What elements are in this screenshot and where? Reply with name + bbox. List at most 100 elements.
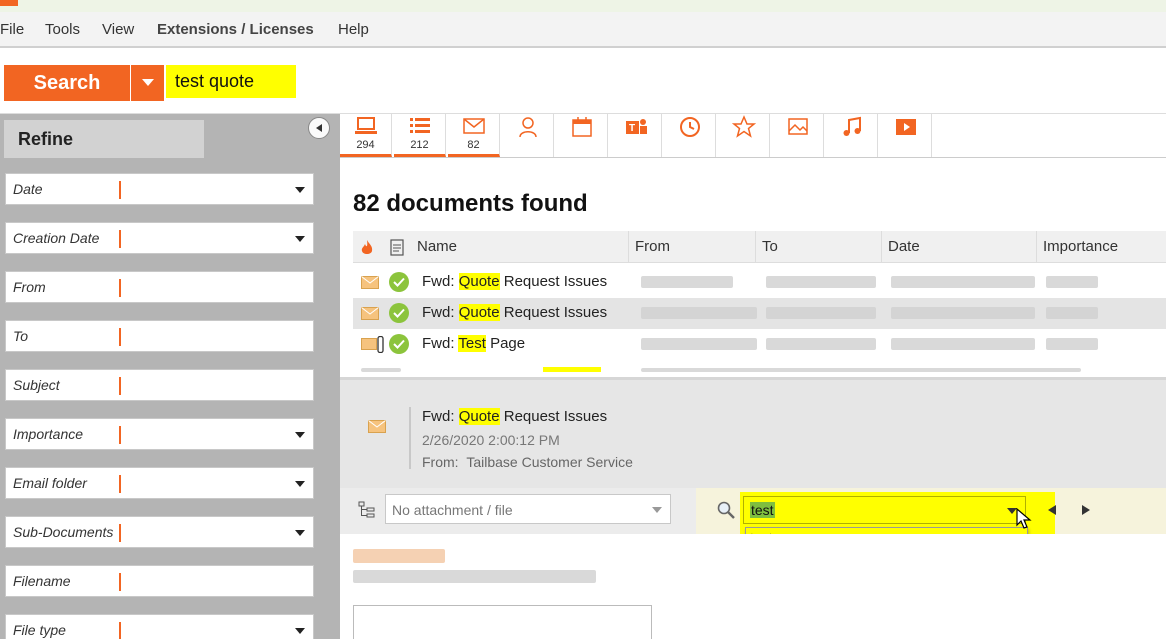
- column-to[interactable]: To: [755, 231, 879, 263]
- results-panel: 82 documents found Name From To Date Imp…: [340, 158, 1166, 378]
- filter-label: Sub-Documents: [13, 524, 114, 540]
- filter-label: From: [13, 279, 46, 295]
- filter-filename[interactable]: Filename: [5, 565, 314, 597]
- filter-separator: [119, 328, 121, 346]
- table-row[interactable]: Fwd: Test Page: [353, 329, 1166, 360]
- search-input[interactable]: [166, 65, 296, 98]
- filter-separator: [119, 181, 121, 199]
- mouse-cursor-icon: [1016, 508, 1032, 529]
- table-row[interactable]: Fwd: Quote Request Issues: [353, 267, 1166, 298]
- dropdown-caret-icon[interactable]: [295, 530, 305, 536]
- column-importance[interactable]: Importance: [1036, 231, 1160, 263]
- name-suffix: Page: [485, 335, 526, 352]
- blurred-sender-title: [353, 570, 596, 583]
- next-match-icon[interactable]: [1080, 504, 1092, 516]
- chevron-down-icon: [652, 507, 662, 513]
- filter-creation-date[interactable]: Creation Date: [5, 222, 314, 254]
- filter-subject[interactable]: Subject: [5, 369, 314, 401]
- video-icon: [895, 119, 916, 135]
- menu-extensions-licenses[interactable]: Extensions / Licenses: [157, 21, 314, 38]
- svg-text:T: T: [629, 123, 635, 134]
- envelope-icon: [368, 420, 386, 433]
- tab-teams[interactable]: T: [610, 114, 662, 157]
- dropdown-caret-icon[interactable]: [295, 187, 305, 193]
- row-name: Fwd: Quote Request Issues: [422, 273, 607, 290]
- filter-separator: [119, 230, 121, 248]
- filter-sub-documents[interactable]: Sub-Documents: [5, 516, 314, 548]
- star-icon: [731, 115, 756, 138]
- find-term-select[interactable]: test: [743, 496, 1026, 524]
- tab-video[interactable]: [880, 114, 932, 157]
- menu-file[interactable]: File: [0, 21, 24, 38]
- menu-tools[interactable]: Tools: [45, 21, 80, 38]
- tab-count: 82: [467, 139, 480, 151]
- search-button[interactable]: Search: [4, 65, 130, 101]
- results-count-title: 82 documents found: [353, 190, 588, 217]
- relevance-flame-icon[interactable]: [360, 239, 374, 256]
- name-prefix: Fwd:: [422, 273, 459, 290]
- window-title-strip: [0, 0, 1166, 12]
- previous-match-icon[interactable]: [1046, 504, 1058, 516]
- contact-icon: [518, 117, 537, 138]
- document-type-icon[interactable]: [389, 239, 405, 256]
- filter-separator: [119, 622, 121, 639]
- magnifier-icon: [717, 501, 735, 519]
- tab-count: 212: [410, 139, 429, 151]
- filter-separator: [119, 573, 121, 591]
- filter-importance[interactable]: Importance: [5, 418, 314, 450]
- dropdown-caret-icon[interactable]: [295, 236, 305, 242]
- tab-email[interactable]: 82: [448, 114, 500, 157]
- tab-list[interactable]: 212: [394, 114, 446, 157]
- blurred-sender-name: [353, 549, 445, 563]
- preview-header: Fwd: Quote Request Issues 2/26/2020 2:00…: [340, 380, 1166, 488]
- blurred-partial-row: [361, 368, 401, 372]
- calendar-icon: [571, 117, 592, 137]
- dropdown-caret-icon[interactable]: [295, 432, 305, 438]
- subject-highlight: Quote: [458, 408, 500, 425]
- name-suffix: Request Issues: [499, 273, 608, 290]
- filter-email-folder[interactable]: Email folder: [5, 467, 314, 499]
- filter-date[interactable]: Date: [5, 173, 314, 205]
- filter-label: Importance: [13, 426, 84, 442]
- tab-music[interactable]: [826, 114, 878, 157]
- menu-view[interactable]: View: [102, 21, 134, 38]
- results-column-header: Name From To Date Importance: [353, 231, 1166, 263]
- filter-label: Filename: [13, 573, 71, 589]
- column-from[interactable]: From: [628, 231, 752, 263]
- filter-file-type[interactable]: File type: [5, 614, 314, 639]
- tab-calendar[interactable]: [556, 114, 608, 157]
- envelope-attachment-icon: [361, 336, 384, 353]
- filter-separator: [119, 475, 121, 493]
- refine-tab[interactable]: Refine: [4, 120, 204, 158]
- collapse-panel-button[interactable]: [308, 117, 330, 139]
- menu-help[interactable]: Help: [338, 21, 369, 38]
- search-bar: Search: [0, 50, 1166, 114]
- filter-from[interactable]: From: [5, 271, 314, 303]
- attachment-select[interactable]: No attachment / file: [385, 494, 671, 524]
- blurred-date: [891, 276, 1035, 288]
- blurred-from: [641, 276, 733, 288]
- tab-contacts[interactable]: [502, 114, 554, 157]
- name-prefix: Fwd:: [422, 335, 459, 352]
- filter-label: Creation Date: [13, 230, 100, 246]
- column-date[interactable]: Date: [881, 231, 1033, 263]
- arrow-left-icon: [316, 124, 322, 132]
- search-options-dropdown[interactable]: [131, 65, 164, 101]
- name-highlight: Quote: [458, 273, 500, 290]
- dropdown-caret-icon[interactable]: [295, 628, 305, 634]
- list-icon: [409, 118, 430, 133]
- blurred-from: [641, 307, 757, 319]
- filter-label: To: [13, 328, 29, 344]
- tree-view-icon[interactable]: [358, 501, 376, 519]
- dropdown-caret-icon[interactable]: [295, 481, 305, 487]
- filter-to[interactable]: To: [5, 320, 314, 352]
- refine-panel: Refine Date Creation Date From To Subjec…: [0, 114, 340, 639]
- table-row[interactable]: Fwd: Quote Request Issues: [353, 298, 1166, 329]
- app-icon: [0, 0, 18, 6]
- tab-computer[interactable]: 294: [340, 114, 392, 157]
- column-name[interactable]: Name: [411, 231, 457, 263]
- tab-images[interactable]: [772, 114, 824, 157]
- tab-favorites[interactable]: [718, 114, 770, 157]
- tab-history[interactable]: [664, 114, 716, 157]
- filter-label: Email folder: [13, 475, 87, 491]
